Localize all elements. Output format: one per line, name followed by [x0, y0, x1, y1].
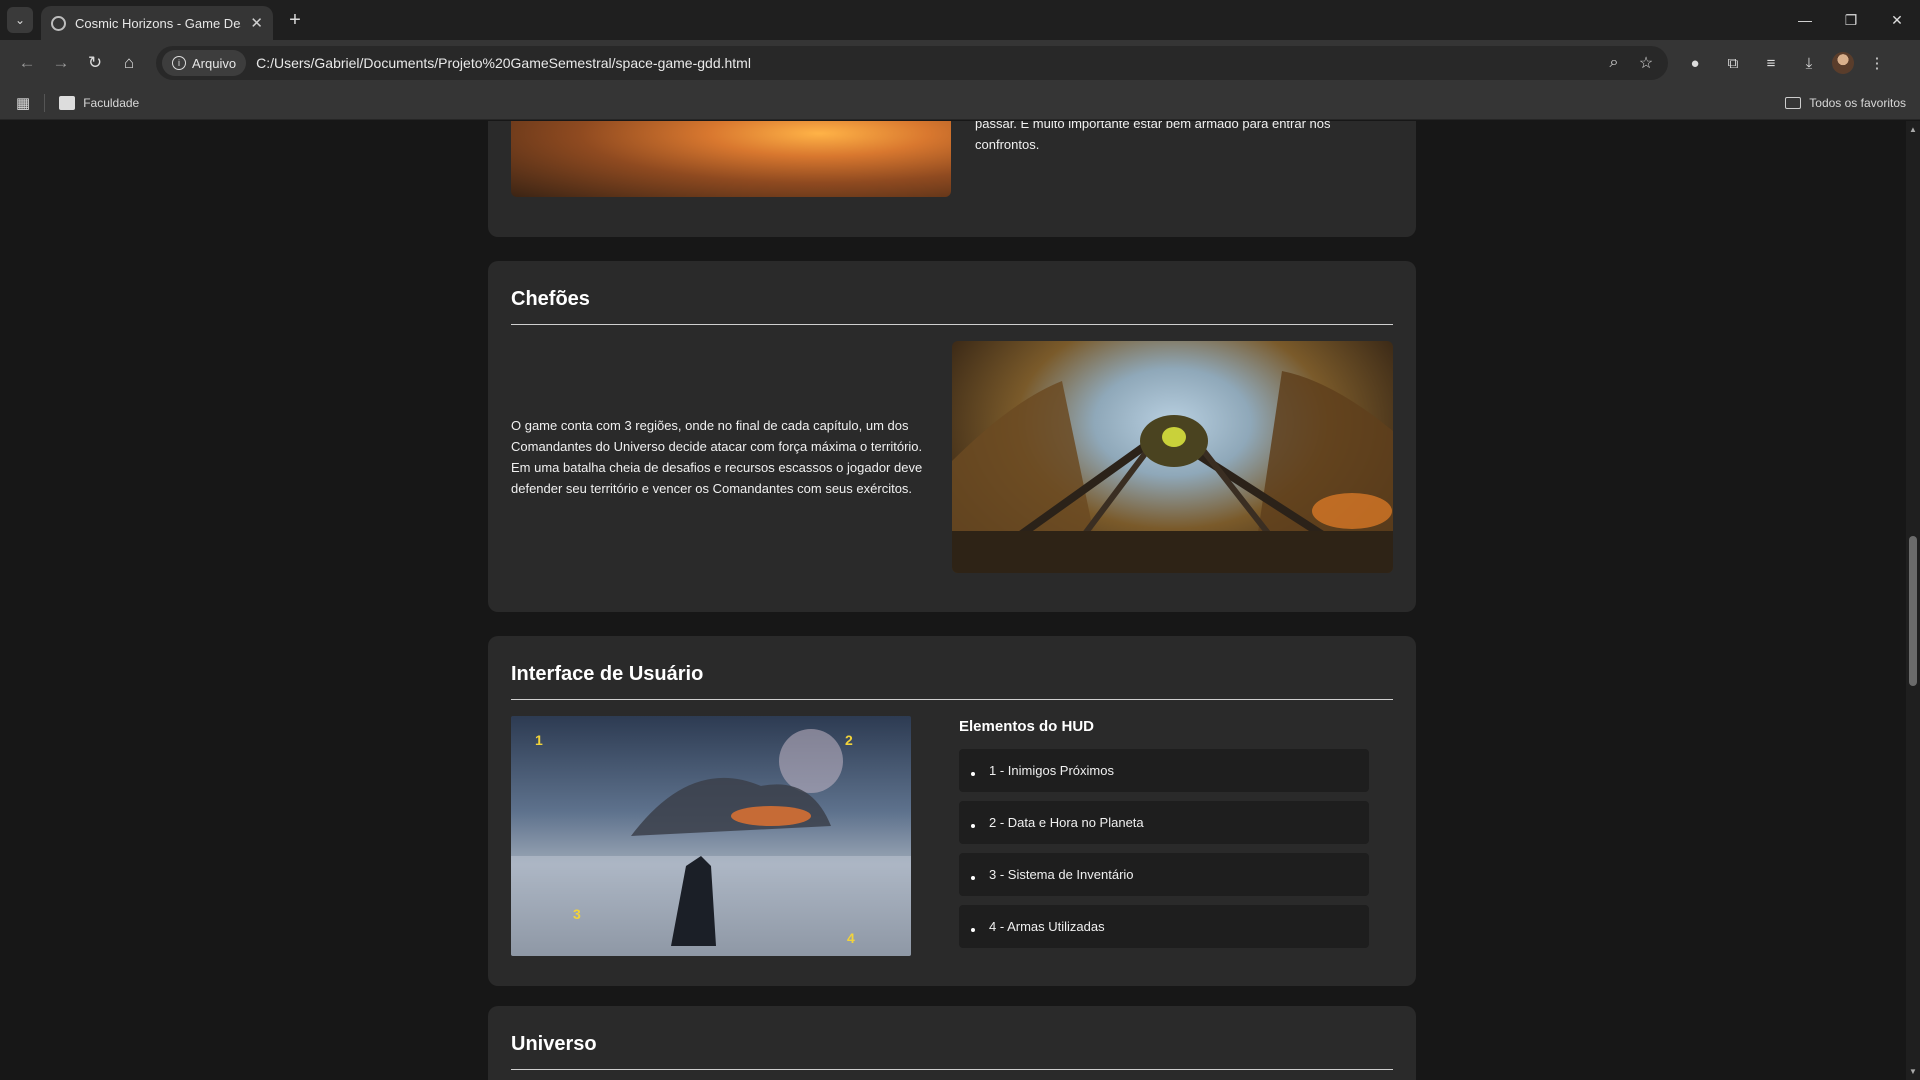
hud-marker-3: 3 — [573, 906, 581, 922]
site-info-chip[interactable]: i Arquivo — [162, 50, 247, 76]
boss-creature-illustration — [952, 371, 1393, 573]
bosses-divider — [511, 324, 1393, 325]
close-window-icon[interactable]: ✕ — [1874, 0, 1920, 40]
browser-toolbar: ← → ↻ ⌂ i Arquivo C:/Users/Gabriel/Docum… — [0, 40, 1920, 86]
media-queue-icon[interactable]: ≡ — [1756, 48, 1786, 78]
forward-icon[interactable]: → — [44, 46, 78, 80]
combat-text: passar. É muito importante estar bem arm… — [975, 121, 1375, 155]
page-viewport: passar. É muito importante estar bem arm… — [0, 121, 1906, 1080]
download-icon[interactable]: ⤓ — [1794, 48, 1824, 78]
scroll-down-icon[interactable]: ▼ — [1909, 1067, 1917, 1076]
restore-icon[interactable]: ❐ — [1828, 0, 1874, 40]
tab-title: Cosmic Horizons - Game Desig — [75, 15, 242, 31]
universe-section-card: Universo — [488, 1006, 1416, 1080]
page-scrollbar[interactable]: ▲ ▼ — [1906, 121, 1920, 1080]
hud-list-item: 4 - Armas Utilizadas — [959, 905, 1369, 948]
faculdade-favicon — [59, 95, 76, 110]
universe-title: Universo — [511, 1033, 597, 1055]
home-icon[interactable]: ⌂ — [112, 46, 146, 80]
combat-text-line-1: passar. É muito importante estar bem arm… — [975, 121, 1331, 131]
info-icon: i — [172, 56, 186, 70]
hud-item-label: 4 - Armas Utilizadas — [989, 919, 1105, 934]
scroll-up-icon[interactable]: ▲ — [1909, 125, 1917, 134]
hud-list-item: 3 - Sistema de Inventário — [959, 853, 1369, 896]
back-icon[interactable]: ← — [10, 46, 44, 80]
menu-dots-icon[interactable]: ⋮ — [1862, 48, 1892, 78]
folder-icon — [1785, 96, 1802, 109]
bookmarks-divider — [44, 93, 46, 112]
bosses-text: O game conta com 3 regiões, onde no fina… — [511, 418, 923, 496]
boss-creature-image — [952, 341, 1393, 573]
ui-divider — [511, 699, 1393, 700]
extensions-puzzle-icon[interactable]: ⧉ — [1718, 48, 1748, 78]
hud-marker-4: 4 — [847, 930, 855, 946]
universe-divider — [511, 1069, 1393, 1070]
hud-scene-illustration — [511, 729, 911, 956]
hud-item-label: 1 - Inimigos Próximos — [989, 763, 1114, 778]
hud-item-label: 2 - Data e Hora no Planeta — [989, 815, 1144, 830]
zoom-icon[interactable]: ⌕ — [1598, 54, 1630, 72]
bullet-icon — [971, 823, 975, 828]
bullet-icon — [971, 927, 975, 932]
all-bookmarks[interactable]: Todos os favoritos — [1785, 96, 1906, 110]
extension-circle-icon[interactable]: ● — [1680, 48, 1710, 78]
combat-text-line-2: confrontos. — [975, 137, 1040, 152]
bosses-section-card: Chefões O game conta com 3 regiões, onde… — [488, 261, 1416, 612]
combat-section-card: passar. É muito importante estar bem arm… — [488, 121, 1416, 237]
hud-marker-1: 1 — [535, 732, 543, 748]
profile-avatar[interactable] — [1832, 52, 1854, 74]
apps-grid-icon[interactable]: ▦ — [16, 94, 30, 112]
minimize-icon[interactable]: — — [1782, 0, 1828, 40]
scroll-thumb[interactable] — [1909, 536, 1917, 686]
hud-list-item: 2 - Data e Hora no Planeta — [959, 801, 1369, 844]
tab-strip: ⌄ Cosmic Horizons - Game Desig ✕ + — ❐ ✕ — [0, 0, 1920, 40]
hud-item-label: 3 - Sistema de Inventário — [989, 867, 1134, 882]
bosses-title: Chefões — [511, 288, 590, 310]
reload-icon[interactable]: ↻ — [78, 46, 112, 80]
ui-title: Interface de Usuário — [511, 663, 704, 685]
hud-marker-2: 2 — [845, 732, 853, 748]
bookmark-star-icon[interactable]: ☆ — [1630, 53, 1662, 73]
hud-list-item: 1 - Inimigos Próximos — [959, 749, 1369, 792]
chevron-down-icon: ⌄ — [14, 13, 26, 27]
bookmarks-bar: ▦ Faculdade Todos os favoritos — [0, 86, 1920, 120]
desert-battle-image — [511, 121, 951, 197]
active-tab[interactable]: Cosmic Horizons - Game Desig ✕ — [41, 6, 273, 40]
toolbar-icons: ● ⧉ ≡ ⤓ ⋮ — [1680, 48, 1892, 78]
new-tab-button[interactable]: + — [281, 6, 309, 34]
hud-elements-title: Elementos do HUD — [959, 718, 1095, 735]
url-text[interactable]: C:/Users/Gabriel/Documents/Projeto%20Gam… — [256, 55, 1598, 71]
tab-search-button[interactable]: ⌄ — [7, 7, 33, 33]
bookmark-faculdade[interactable]: Faculdade — [83, 96, 139, 110]
site-info-label: Arquivo — [192, 55, 237, 71]
close-tab-icon[interactable]: ✕ — [250, 14, 263, 32]
hud-screenshot-image: 1 2 3 4 — [511, 716, 911, 956]
bullet-icon — [971, 875, 975, 880]
window-controls: — ❐ ✕ — [1782, 0, 1920, 40]
address-bar[interactable]: i Arquivo C:/Users/Gabriel/Documents/Pro… — [156, 46, 1668, 80]
globe-icon — [51, 15, 66, 31]
bullet-icon — [971, 771, 975, 776]
all-bookmarks-label: Todos os favoritos — [1809, 95, 1906, 110]
